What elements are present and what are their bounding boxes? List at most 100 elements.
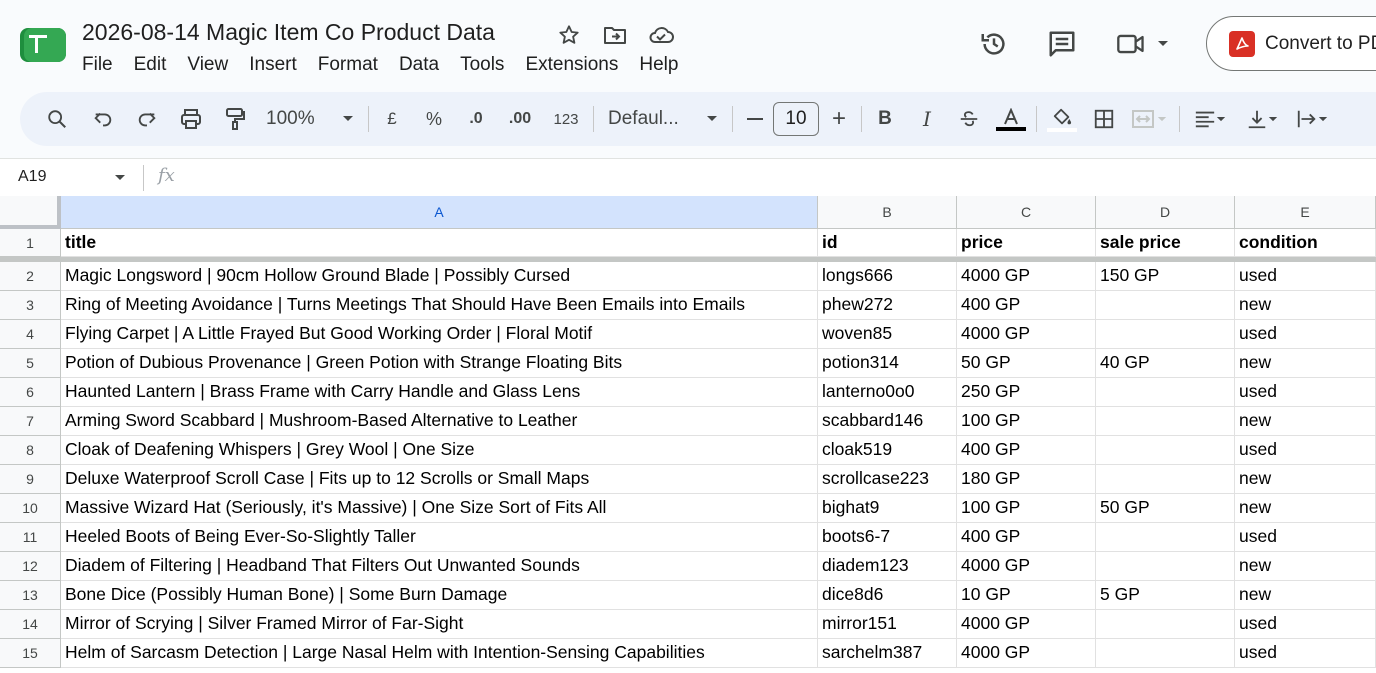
- table-cell[interactable]: [1096, 465, 1235, 494]
- sheets-logo-icon[interactable]: [20, 26, 68, 64]
- table-cell[interactable]: [1096, 523, 1235, 552]
- table-cell[interactable]: 50 GP: [957, 349, 1096, 378]
- row-header[interactable]: 11: [0, 523, 61, 552]
- table-cell[interactable]: used: [1235, 610, 1376, 639]
- select-all-corner[interactable]: [0, 196, 61, 229]
- table-cell[interactable]: boots6-7: [818, 523, 957, 552]
- table-cell[interactable]: 400 GP: [957, 436, 1096, 465]
- increase-font-size-button[interactable]: +: [827, 99, 851, 139]
- table-cell[interactable]: sarchelm387: [818, 639, 957, 668]
- table-cell[interactable]: Ring of Meeting Avoidance | Turns Meetin…: [61, 291, 818, 320]
- row-header[interactable]: 9: [0, 465, 61, 494]
- table-cell[interactable]: mirror151: [818, 610, 957, 639]
- horizontal-align-icon[interactable]: [1190, 99, 1230, 139]
- table-cell[interactable]: new: [1235, 407, 1376, 436]
- table-cell[interactable]: Potion of Dubious Provenance | Green Pot…: [61, 349, 818, 378]
- table-cell[interactable]: new: [1235, 581, 1376, 610]
- menu-file[interactable]: File: [82, 54, 113, 76]
- table-cell[interactable]: [1096, 552, 1235, 581]
- table-cell[interactable]: phew272: [818, 291, 957, 320]
- column-header-a[interactable]: A: [61, 196, 818, 229]
- table-cell[interactable]: [1096, 639, 1235, 668]
- column-header-b[interactable]: B: [818, 196, 957, 229]
- meet-dropdown-chevron-icon[interactable]: [1155, 24, 1171, 64]
- spreadsheet-grid[interactable]: A B C D E 1 title id price sale price condition 2 Ma…: [0, 196, 1376, 673]
- table-cell[interactable]: Diadem of Filtering | Headband That Filt…: [61, 552, 818, 581]
- header-cell[interactable]: sale price: [1096, 229, 1235, 257]
- table-cell[interactable]: longs666: [818, 262, 957, 291]
- table-cell[interactable]: Bone Dice (Possibly Human Bone) | Some B…: [61, 581, 818, 610]
- table-cell[interactable]: Massive Wizard Hat (Seriously, it's Mass…: [61, 494, 818, 523]
- menu-tools[interactable]: Tools: [460, 54, 504, 76]
- name-box[interactable]: A19: [18, 168, 46, 186]
- table-cell[interactable]: 4000 GP: [957, 262, 1096, 291]
- table-cell[interactable]: new: [1235, 494, 1376, 523]
- header-cell[interactable]: price: [957, 229, 1096, 257]
- table-cell[interactable]: [1096, 436, 1235, 465]
- menu-format[interactable]: Format: [318, 54, 378, 76]
- borders-icon[interactable]: [1091, 99, 1117, 139]
- table-cell[interactable]: 5 GP: [1096, 581, 1235, 610]
- menu-insert[interactable]: Insert: [249, 54, 297, 76]
- menu-data[interactable]: Data: [399, 54, 439, 76]
- zoom-select[interactable]: 100%: [262, 99, 358, 139]
- table-cell[interactable]: [1096, 378, 1235, 407]
- table-cell[interactable]: Magic Longsword | 90cm Hollow Ground Bla…: [61, 262, 818, 291]
- row-header[interactable]: 6: [0, 378, 61, 407]
- undo-icon[interactable]: [90, 99, 116, 139]
- row-header[interactable]: 15: [0, 639, 61, 668]
- menu-view[interactable]: View: [187, 54, 228, 76]
- row-header[interactable]: 2: [0, 262, 61, 291]
- column-header-e[interactable]: E: [1235, 196, 1376, 229]
- comments-icon[interactable]: [1043, 24, 1081, 64]
- table-cell[interactable]: potion314: [818, 349, 957, 378]
- table-cell[interactable]: [1096, 291, 1235, 320]
- row-header[interactable]: 4: [0, 320, 61, 349]
- merge-cells-icon[interactable]: [1129, 99, 1169, 139]
- table-cell[interactable]: used: [1235, 639, 1376, 668]
- text-wrapping-icon[interactable]: [1292, 99, 1332, 139]
- table-cell[interactable]: used: [1235, 262, 1376, 291]
- table-cell[interactable]: Helm of Sarcasm Detection | Large Nasal …: [61, 639, 818, 668]
- row-header[interactable]: 5: [0, 349, 61, 378]
- bold-button[interactable]: B: [872, 99, 898, 139]
- table-cell[interactable]: Cloak of Deafening Whispers | Grey Wool …: [61, 436, 818, 465]
- table-cell[interactable]: 100 GP: [957, 494, 1096, 523]
- table-cell[interactable]: new: [1235, 349, 1376, 378]
- table-cell[interactable]: used: [1235, 436, 1376, 465]
- table-cell[interactable]: Haunted Lantern | Brass Frame with Carry…: [61, 378, 818, 407]
- table-cell[interactable]: cloak519: [818, 436, 957, 465]
- row-header[interactable]: 1: [0, 229, 61, 257]
- table-cell[interactable]: 250 GP: [957, 378, 1096, 407]
- row-header[interactable]: 7: [0, 407, 61, 436]
- table-cell[interactable]: lanterno0o0: [818, 378, 957, 407]
- cloud-saved-icon[interactable]: [648, 22, 674, 48]
- table-cell[interactable]: 400 GP: [957, 291, 1096, 320]
- table-cell[interactable]: 180 GP: [957, 465, 1096, 494]
- italic-button[interactable]: I: [914, 99, 940, 139]
- font-family-select[interactable]: Defaul...: [604, 99, 722, 139]
- version-history-icon[interactable]: [975, 24, 1013, 64]
- table-cell[interactable]: dice8d6: [818, 581, 957, 610]
- row-header[interactable]: 14: [0, 610, 61, 639]
- row-header[interactable]: 12: [0, 552, 61, 581]
- row-header[interactable]: 13: [0, 581, 61, 610]
- table-cell[interactable]: 50 GP: [1096, 494, 1235, 523]
- text-color-icon[interactable]: [996, 99, 1026, 139]
- table-cell[interactable]: [1096, 320, 1235, 349]
- table-cell[interactable]: scrollcase223: [818, 465, 957, 494]
- move-folder-icon[interactable]: [602, 22, 628, 48]
- table-cell[interactable]: 4000 GP: [957, 320, 1096, 349]
- menu-edit[interactable]: Edit: [134, 54, 167, 76]
- table-cell[interactable]: Arming Sword Scabbard | Mushroom-Based A…: [61, 407, 818, 436]
- column-header-d[interactable]: D: [1096, 196, 1235, 229]
- header-cell[interactable]: id: [818, 229, 957, 257]
- convert-to-pdf-button[interactable]: Convert to PDF: [1206, 16, 1376, 71]
- table-cell[interactable]: used: [1235, 320, 1376, 349]
- table-cell[interactable]: [1096, 610, 1235, 639]
- table-cell[interactable]: 4000 GP: [957, 552, 1096, 581]
- menu-help[interactable]: Help: [639, 54, 678, 76]
- table-cell[interactable]: Mirror of Scrying | Silver Framed Mirror…: [61, 610, 818, 639]
- table-cell[interactable]: used: [1235, 378, 1376, 407]
- row-header[interactable]: 8: [0, 436, 61, 465]
